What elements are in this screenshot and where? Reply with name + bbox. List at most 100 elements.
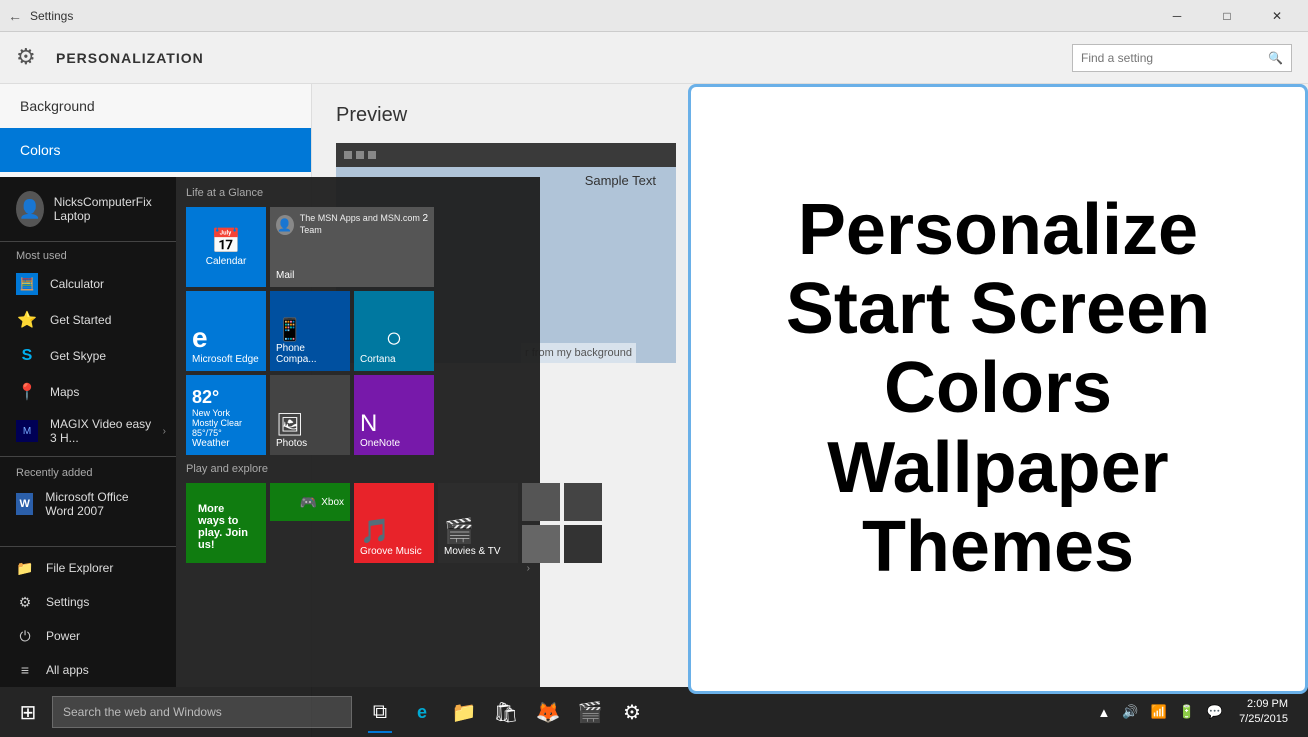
more-ways-text: More ways to play. Join us! bbox=[192, 497, 260, 557]
start-divider bbox=[0, 456, 176, 457]
settings-title: PERSONALIZATION bbox=[56, 50, 204, 66]
start-app-skype[interactable]: S Get Skype bbox=[0, 338, 176, 374]
start-file-explorer[interactable]: 📁 File Explorer › bbox=[0, 551, 176, 585]
tile-onenote[interactable]: N OneNote bbox=[354, 375, 434, 455]
msn-text: The MSN Apps and MSN.com Team bbox=[300, 213, 428, 236]
minimize-button[interactable]: ─ bbox=[1154, 0, 1200, 32]
nav-item-colors[interactable]: Colors bbox=[0, 128, 311, 172]
tile-xbox-brand[interactable]: 🎮 Xbox bbox=[270, 483, 350, 521]
tiles-row-1: 📅 Calendar 👤 The MSN Apps and MSN.com Te… bbox=[186, 207, 602, 287]
tile-movies[interactable]: 🎬 Movies & TV bbox=[438, 483, 518, 563]
taskbar-firefox[interactable]: 🦊 bbox=[528, 687, 568, 737]
title-bar-title: Settings bbox=[30, 9, 73, 23]
arrow-icon: › bbox=[163, 426, 166, 437]
calendar-tile-label: Calendar bbox=[206, 256, 247, 267]
start-username: NicksComputerFix Laptop bbox=[54, 195, 160, 223]
taskbar-edge[interactable]: e bbox=[402, 687, 442, 737]
start-avatar: 👤 bbox=[16, 191, 44, 227]
tile-groove[interactable]: 🎵 Groove Music bbox=[354, 483, 434, 563]
overlay-line5: Themes bbox=[862, 508, 1134, 587]
tile-edge[interactable]: e Microsoft Edge bbox=[186, 291, 266, 371]
taskbar-store[interactable]: 🛍 bbox=[486, 687, 526, 737]
small-tile-3[interactable] bbox=[522, 525, 560, 563]
taskbar-start-button[interactable]: ⊞ bbox=[4, 687, 52, 737]
start-menu-tiles: Life at a Glance 📅 Calendar 👤 The MSN Ap… bbox=[176, 177, 612, 687]
taskbar-search-box[interactable]: Search the web and Windows bbox=[52, 696, 352, 728]
small-tile-1[interactable] bbox=[522, 483, 560, 521]
firefox-taskbar-icon: 🦊 bbox=[536, 700, 561, 725]
message-icon[interactable]: 💬 bbox=[1203, 704, 1227, 720]
xbox-bottom-tiles: 🎮 Xbox bbox=[270, 483, 350, 563]
overlay-line1: Personalize bbox=[798, 191, 1198, 270]
start-menu-left: 👤 NicksComputerFix Laptop Most used 🧮 Ca… bbox=[0, 177, 176, 687]
cortana-tile-label: Cortana bbox=[360, 354, 396, 365]
taskbar-settings[interactable]: ⚙ bbox=[612, 687, 652, 737]
nav-item-background[interactable]: Background bbox=[0, 84, 311, 128]
msn-avatar: 👤 bbox=[276, 215, 294, 235]
weather-condition: Mostly Clear bbox=[192, 418, 242, 428]
taskbar-system-tray: ▲ 🔊 📶 🔋 💬 2:09 PM 7/25/2015 bbox=[1093, 697, 1304, 728]
start-bottom-items: 📁 File Explorer › ⚙ Settings ⏻ Power ≡ bbox=[0, 542, 176, 687]
phone-tile-icon: 📱 bbox=[276, 317, 303, 343]
start-app-maps[interactable]: 📍 Maps bbox=[0, 374, 176, 410]
taskbar-task-view[interactable]: ⧉ bbox=[360, 687, 400, 737]
volume-icon[interactable]: 🔊 bbox=[1118, 704, 1142, 720]
taskbar-icons: ⧉ e 📁 🛍 🦊 🎬 ⚙ bbox=[360, 687, 652, 737]
tiles-row-3: 82° New York Mostly Clear 85°/75° Weathe… bbox=[186, 375, 602, 455]
life-section-label: Life at a Glance bbox=[186, 187, 602, 199]
movies-tile-icon: 🎬 bbox=[444, 517, 474, 546]
edge-taskbar-icon: e bbox=[417, 702, 427, 723]
calculator-icon: 🧮 bbox=[16, 273, 38, 295]
media-taskbar-icon: 🎬 bbox=[578, 700, 603, 725]
small-tiles-top bbox=[522, 483, 602, 521]
most-used-label: Most used bbox=[0, 242, 176, 266]
start-app-getstarted[interactable]: ⭐ Get Started bbox=[0, 302, 176, 338]
small-tiles-bottom bbox=[522, 525, 602, 563]
preview-top-bar bbox=[336, 143, 676, 167]
word-icon: W bbox=[16, 493, 33, 515]
tile-calendar[interactable]: 📅 Calendar bbox=[186, 207, 266, 287]
notification-icon[interactable]: ▲ bbox=[1093, 705, 1114, 720]
start-app-calculator[interactable]: 🧮 Calculator bbox=[0, 266, 176, 302]
edge-tile-icon: e bbox=[192, 322, 208, 354]
taskbar: ⊞ Search the web and Windows ⧉ e 📁 🛍 🦊 🎬… bbox=[0, 687, 1308, 737]
window-controls: ─ □ ✕ bbox=[1154, 0, 1300, 32]
settings-search-box[interactable]: 🔍 bbox=[1072, 44, 1292, 72]
taskbar-clock[interactable]: 2:09 PM 7/25/2015 bbox=[1231, 697, 1296, 728]
tile-photos[interactable]: 🖼 Photos bbox=[270, 375, 350, 455]
power-icon: ⏻ bbox=[16, 627, 34, 645]
start-divider-2 bbox=[0, 546, 176, 547]
settings-taskbar-icon: ⚙ bbox=[623, 700, 641, 725]
tile-more-ways[interactable]: More ways to play. Join us! bbox=[186, 483, 266, 563]
small-tile-4[interactable] bbox=[564, 525, 602, 563]
battery-icon[interactable]: 🔋 bbox=[1175, 704, 1199, 720]
small-tiles bbox=[522, 483, 602, 563]
tile-weather[interactable]: 82° New York Mostly Clear 85°/75° Weathe… bbox=[186, 375, 266, 455]
network-icon[interactable]: 📶 bbox=[1147, 704, 1171, 720]
title-bar-left: ← Settings bbox=[8, 9, 73, 23]
weather-temp: 82° bbox=[192, 387, 219, 408]
start-all-apps[interactable]: ≡ All apps bbox=[0, 653, 176, 687]
movies-tile-label: Movies & TV bbox=[444, 546, 501, 557]
start-settings[interactable]: ⚙ Settings bbox=[0, 585, 176, 619]
settings-search-input[interactable] bbox=[1081, 51, 1261, 65]
start-app-word[interactable]: W Microsoft Office Word 2007 bbox=[0, 483, 176, 525]
phone-tile-label: Phone Compa... bbox=[276, 343, 344, 365]
back-button[interactable]: ← bbox=[8, 9, 22, 23]
tile-msn[interactable]: 👤 The MSN Apps and MSN.com Team Mail 2 bbox=[270, 207, 434, 287]
taskbar-search-text: Search the web and Windows bbox=[63, 705, 222, 719]
tile-cortana[interactable]: ○ Cortana bbox=[354, 291, 434, 371]
close-button[interactable]: ✕ bbox=[1254, 0, 1300, 32]
small-tile-2[interactable] bbox=[564, 483, 602, 521]
start-icon: ⊞ bbox=[20, 700, 37, 725]
gear-icon: ⚙ bbox=[16, 44, 44, 72]
tile-phone[interactable]: 📱 Phone Compa... bbox=[270, 291, 350, 371]
taskbar-media[interactable]: 🎬 bbox=[570, 687, 610, 737]
maximize-button[interactable]: □ bbox=[1204, 0, 1250, 32]
store-taskbar-icon: 🛍 bbox=[493, 700, 518, 725]
start-user-row[interactable]: 👤 NicksComputerFix Laptop bbox=[0, 177, 176, 242]
taskbar-explorer[interactable]: 📁 bbox=[444, 687, 484, 737]
start-power[interactable]: ⏻ Power bbox=[0, 619, 176, 653]
explorer-taskbar-icon: 📁 bbox=[452, 700, 477, 725]
start-app-magix[interactable]: M MAGIX Video easy 3 H... › bbox=[0, 410, 176, 452]
